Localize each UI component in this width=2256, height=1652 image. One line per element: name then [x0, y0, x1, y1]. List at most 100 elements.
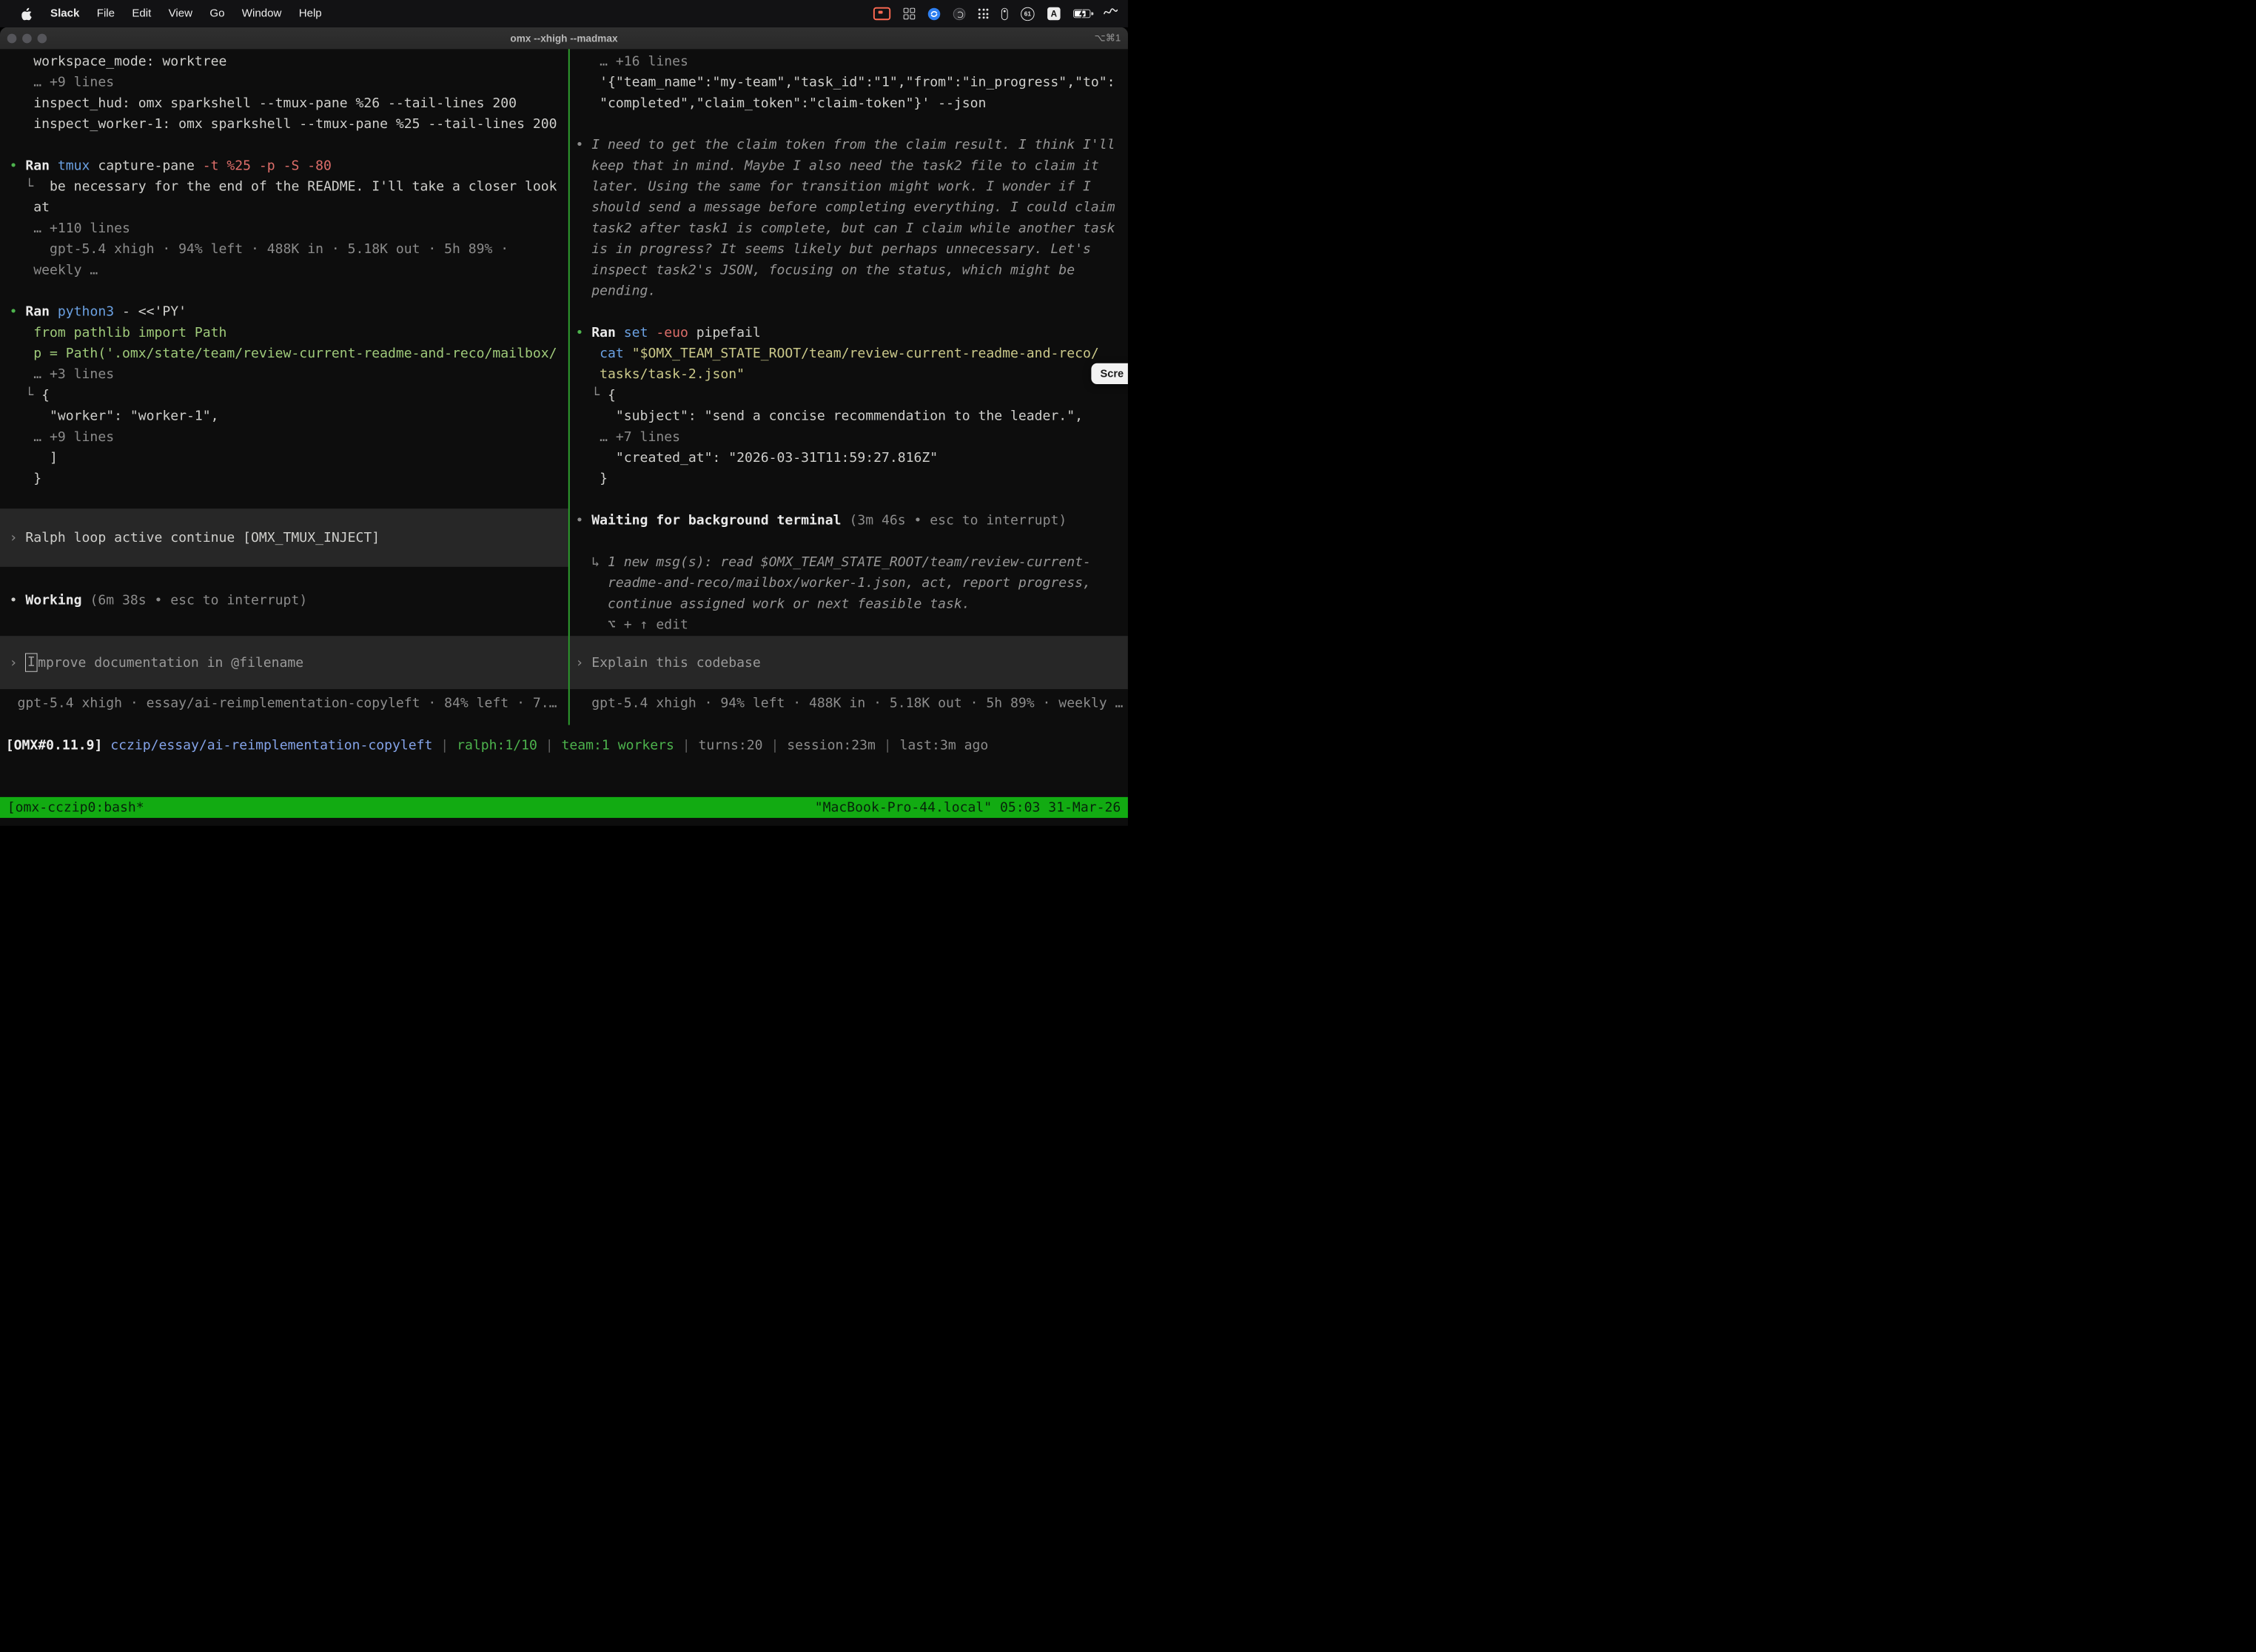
- injected-prompt-text: › Ralph loop active continue [OMX_TMUX_I…: [0, 527, 380, 548]
- text-run: }: [10, 471, 42, 486]
- text-run: cat: [600, 346, 632, 360]
- text-run: p = Path('.omx/state/team/review-current…: [10, 346, 557, 360]
- screen-recording-indicator-icon[interactable]: [873, 7, 890, 20]
- menu-item-view[interactable]: View: [160, 7, 201, 20]
- circle-61-badge[interactable]: 61: [1021, 7, 1034, 20]
- menu-item-help[interactable]: Help: [290, 7, 330, 20]
- prompt-text: Explain this codebase: [591, 655, 760, 670]
- window-title: omx --xhigh --madmax: [0, 33, 1128, 44]
- terminal-line: "created_at": "2026-03-31T11:59:27.816Z": [570, 448, 1128, 469]
- text-run: •: [10, 593, 26, 608]
- apple-menu-icon[interactable]: [12, 7, 42, 20]
- terminal-line: ]: [0, 448, 568, 469]
- text-run: … +16 lines: [576, 54, 688, 69]
- input-source-icon[interactable]: A: [1047, 7, 1060, 20]
- dark-app-icon[interactable]: [953, 7, 966, 20]
- right-pane-output: … +16 lines '{"team_name":"my-team","tas…: [570, 49, 1128, 635]
- terminal-line: }: [570, 469, 1128, 489]
- text-run: └: [10, 388, 42, 403]
- blue-app-icon[interactable]: [928, 7, 941, 20]
- terminal-line: [0, 281, 568, 301]
- text-run: |: [674, 738, 699, 753]
- prompt-input-bar-left[interactable]: › Improve documentation in @filename: [0, 636, 568, 689]
- terminal-line: • Ran python3 - <<'PY': [0, 301, 568, 322]
- prompt-chevron: ›: [576, 655, 592, 670]
- left-pane-output: workspace_mode: worktree … +9 lines insp…: [0, 49, 568, 489]
- window-shortcut-hint: ⌥⌘1: [1095, 33, 1121, 44]
- terminal-line: is in progress? It seems likely but perh…: [570, 239, 1128, 260]
- text-run: be necessary for the end of the README. …: [50, 179, 557, 194]
- text-run: ⌥ + ↑ edit: [576, 617, 688, 632]
- prompt-input-bar-right[interactable]: › Explain this codebase: [570, 636, 1128, 689]
- window-title-bar[interactable]: omx --xhigh --madmax ⌥⌘1: [0, 27, 1128, 50]
- terminal-line: '{"team_name":"my-team","task_id":"1","f…: [570, 72, 1128, 93]
- tmux-host-clock: "MacBook-Pro-44.local" 05:03 31-Mar-26: [815, 800, 1121, 815]
- menu-item-file[interactable]: File: [88, 7, 124, 20]
- text-run: {: [41, 388, 50, 403]
- terminal-line: cat "$OMX_TEAM_STATE_ROOT/team/review-cu…: [570, 343, 1128, 364]
- text-run: "$OMX_TEAM_STATE_ROOT/team/review-curren…: [632, 346, 1099, 360]
- terminal-line: task2 after task1 is complete, but can I…: [570, 218, 1128, 238]
- text-run: [576, 346, 600, 360]
- text-run: … +9 lines: [10, 429, 114, 444]
- text-run: Ran: [591, 325, 624, 340]
- terminal-line: workspace_mode: worktree: [0, 51, 568, 72]
- text-run: pipefail: [696, 325, 761, 340]
- text-run: should send a message before completing …: [576, 200, 1115, 215]
- grid-dots-icon[interactable]: [978, 9, 989, 19]
- text-run: •: [576, 513, 592, 528]
- omx-status-line: [OMX#0.11.9] cczip/essay/ai-reimplementa…: [0, 735, 1128, 756]
- text-run: •: [10, 304, 26, 319]
- terminal-line: … +3 lines: [0, 364, 568, 385]
- text-cursor: I: [25, 653, 37, 671]
- text-run: └: [576, 388, 608, 403]
- terminal-line: [570, 301, 1128, 322]
- terminal-line: from pathlib import Path: [0, 322, 568, 343]
- text-run: -euo: [656, 325, 696, 340]
- text-run: - <<'PY': [122, 304, 187, 319]
- text-run: |: [763, 738, 788, 753]
- text-run: I need to get the claim token from the c…: [591, 138, 1115, 152]
- text-run: continue assigned work or next feasible …: [576, 597, 970, 611]
- menu-item-go[interactable]: Go: [201, 7, 233, 20]
- terminal-line: └ {: [570, 385, 1128, 406]
- text-run: {: [608, 388, 616, 403]
- terminal-line: ↳ 1 new msg(s): read $OMX_TEAM_STATE_ROO…: [570, 551, 1128, 572]
- text-run: … +9 lines: [10, 75, 114, 90]
- terminal-window: omx --xhigh --madmax ⌥⌘1 workspace_mode:…: [0, 27, 1128, 826]
- key-icon[interactable]: [1001, 7, 1008, 20]
- injected-prompt-bar[interactable]: › Ralph loop active continue [OMX_TMUX_I…: [0, 508, 568, 567]
- scribble-icon[interactable]: [1104, 7, 1118, 20]
- terminal-line: … +7 lines: [570, 426, 1128, 447]
- text-run: set: [624, 325, 657, 340]
- text-run: •: [10, 158, 26, 173]
- menu-bar-left: Slack File Edit View Go Window Help: [0, 7, 330, 20]
- text-run: (3m 46s • esc to interrupt): [849, 513, 1067, 528]
- battery-icon[interactable]: [1073, 10, 1090, 19]
- text-run: inspect task2's JSON, focusing on the st…: [576, 263, 1075, 278]
- terminal-line: [570, 114, 1128, 135]
- tmux-session-label: [omx-cczip0:bash*: [7, 800, 144, 815]
- window-tiles-icon[interactable]: [904, 8, 916, 20]
- screen-share-popup[interactable]: Scre: [1092, 363, 1128, 384]
- menu-item-window[interactable]: Window: [233, 7, 290, 20]
- terminal-pane-right[interactable]: … +16 lines '{"team_name":"my-team","tas…: [570, 49, 1128, 725]
- text-run: Ralph loop active continue [OMX_TMUX_INJ…: [25, 530, 380, 545]
- working-status-line: • Working (6m 38s • esc to interrupt): [0, 590, 568, 611]
- terminal-pane-left[interactable]: workspace_mode: worktree … +9 lines insp…: [0, 49, 568, 725]
- terminal-line: readme-and-reco/mailbox/worker-1.json, a…: [570, 573, 1128, 594]
- terminal-line: "subject": "send a concise recommendatio…: [570, 406, 1128, 426]
- text-run: readme-and-reco/mailbox/worker-1.json, a…: [576, 576, 1091, 591]
- text-run: capture-pane: [98, 158, 202, 173]
- text-run: ralph:1/10: [457, 738, 537, 753]
- terminal-line: inspect_hud: omx sparkshell --tmux-pane …: [0, 93, 568, 113]
- terminal-line: }: [0, 469, 568, 489]
- text-run: "created_at": "2026-03-31T11:59:27.816Z": [576, 450, 939, 465]
- menu-item-edit[interactable]: Edit: [124, 7, 160, 20]
- terminal-line: └ be necessary for the end of the README…: [0, 176, 568, 197]
- text-run: ↳: [576, 554, 608, 569]
- terminal-line: • I need to get the claim token from the…: [570, 135, 1128, 155]
- text-run: •: [576, 138, 592, 152]
- menu-item-app[interactable]: Slack: [41, 7, 88, 20]
- terminal-line: at: [0, 197, 568, 218]
